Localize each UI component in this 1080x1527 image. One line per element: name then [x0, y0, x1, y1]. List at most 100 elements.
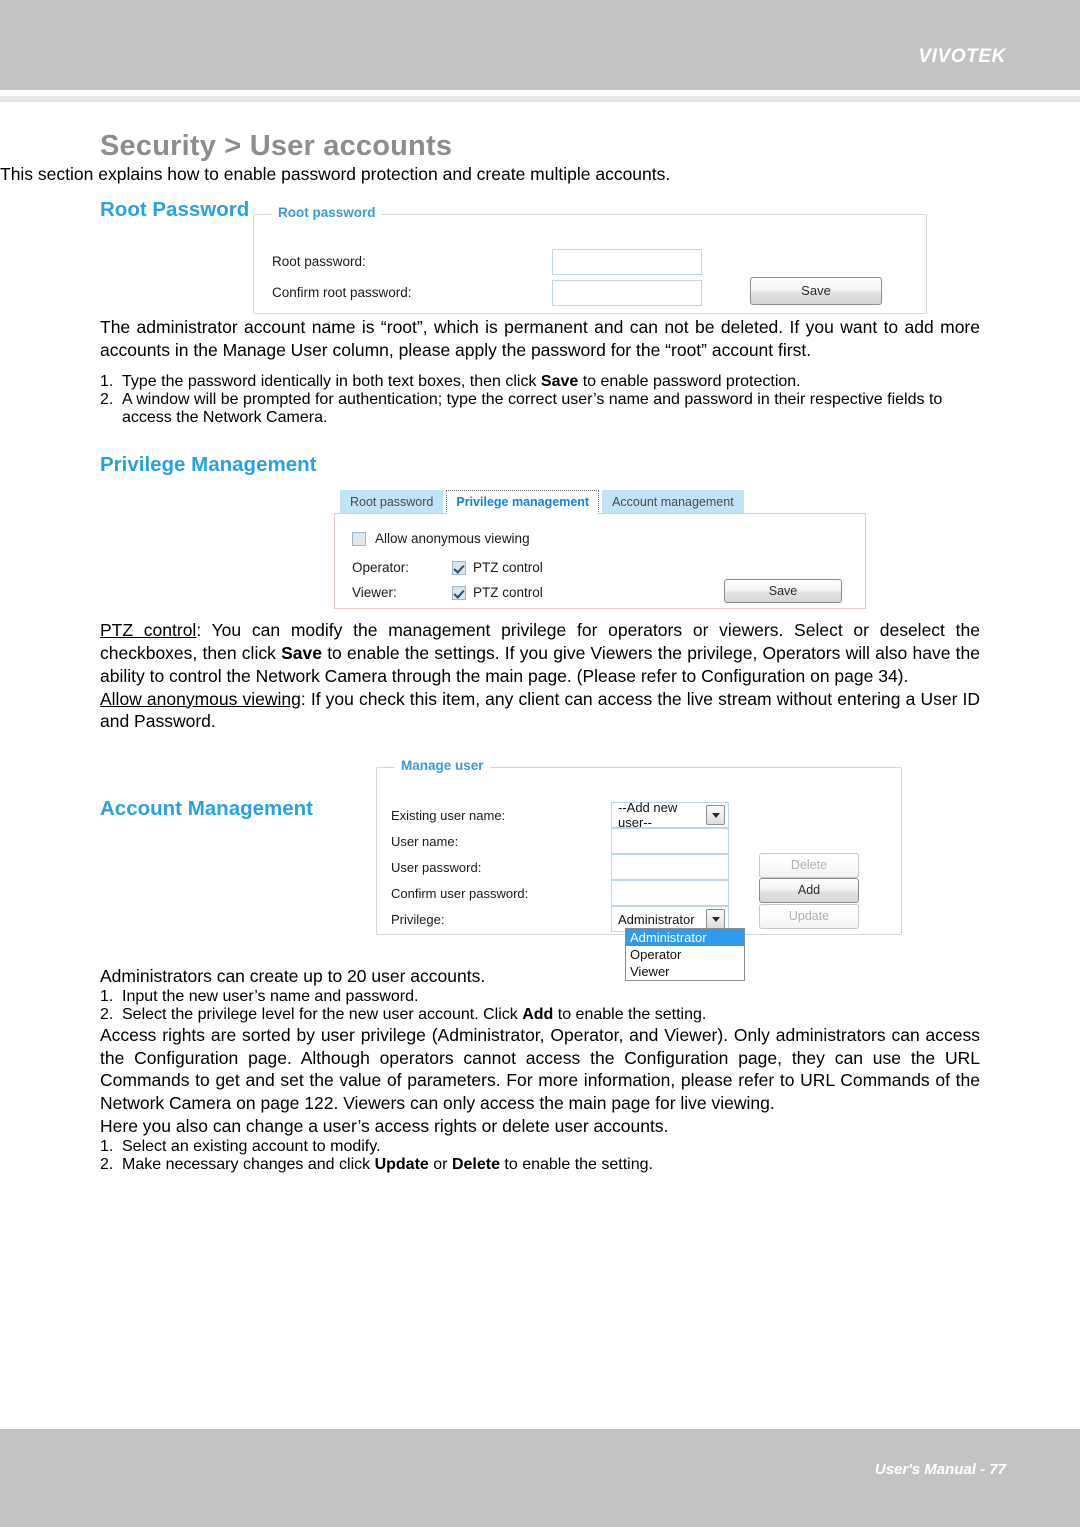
privilege-panel: Allow anonymous viewing Operator: PTZ co… — [334, 513, 866, 610]
access-rights-paragraph: Access rights are sorted by user privile… — [100, 1024, 980, 1113]
step-text: Select the privilege level for the new u… — [122, 1006, 980, 1024]
root-password-legend: Root password — [272, 204, 382, 220]
footer-manual-label: User's Manual - 77 — [874, 1461, 1006, 1478]
tab-privilege-management[interactable]: Privilege management — [446, 490, 600, 515]
privilege-management-section: Privilege Management Root password Privi… — [0, 453, 1080, 619]
step-text-post: to enable the setting. — [499, 1155, 653, 1173]
step-text-pre: Make necessary changes and click — [122, 1155, 375, 1173]
root-password-section: Root Password Root password Root passwor… — [0, 198, 1080, 316]
viewer-label: Viewer: — [352, 585, 397, 601]
operator-label: Operator: — [352, 560, 410, 576]
step-text: Select an existing account to modify. — [122, 1137, 381, 1155]
viewer-ptz-group[interactable]: PTZ control — [452, 585, 543, 600]
privilege-option-operator[interactable]: Operator — [626, 946, 744, 963]
step-text-post: to enable password protection. — [578, 373, 801, 391]
step-number: 1. — [100, 987, 114, 1005]
list-item: 1. Select an existing account to modify. — [100, 1138, 980, 1156]
step-text: A window will be prompted for authentica… — [122, 391, 943, 427]
step-number: 2. — [100, 1155, 114, 1173]
step-text-mid: or — [428, 1155, 452, 1173]
change-rights-intro: Here you also can change a user’s access… — [100, 1115, 669, 1136]
step-text-post: to enable the setting. — [553, 1005, 707, 1023]
list-item: 2. A window will be prompted for authent… — [100, 391, 980, 427]
ptz-control-term: PTZ control — [100, 620, 197, 641]
user-password-label: User password: — [391, 859, 482, 875]
step-bold-update: Update — [374, 1155, 429, 1173]
account-management-heading: Account Management — [100, 797, 313, 820]
viewer-row: Viewer: PTZ control — [352, 585, 543, 600]
existing-user-name-row: Existing user name: --Add new user-- — [391, 800, 729, 830]
confirm-user-password-label: Confirm user password: — [391, 885, 529, 901]
delete-button[interactable]: Delete — [759, 853, 859, 878]
step-text-pre: Select the privilege level for the new u… — [122, 1005, 523, 1023]
page-header: VIVOTEK — [0, 0, 1080, 90]
add-button[interactable]: Add — [759, 878, 859, 903]
existing-user-name-select[interactable]: --Add new user-- — [611, 800, 729, 830]
privilege-label: Privilege: — [391, 911, 445, 927]
user-name-input[interactable] — [611, 828, 729, 854]
account-text-block: Administrators can create up to 20 user … — [100, 965, 980, 1174]
user-password-input[interactable] — [611, 854, 729, 880]
page-footer: User's Manual - 77 — [0, 1429, 1080, 1527]
root-password-heading: Root Password — [100, 197, 250, 221]
allow-anonymous-viewing-checkbox[interactable] — [352, 531, 366, 546]
chevron-down-icon[interactable] — [706, 909, 725, 929]
privilege-text-block: PTZ control: You can modify the manageme… — [100, 619, 980, 733]
step-text: Input the new user’s name and password. — [122, 987, 419, 1005]
anonymous-viewing-term: Allow anonymous viewing — [100, 688, 301, 709]
confirm-root-password-row: Confirm root password: — [272, 279, 702, 306]
user-name-row: User name: — [391, 828, 729, 854]
privilege-option-administrator[interactable]: Administrator — [626, 929, 744, 946]
operator-ptz-group[interactable]: PTZ control — [452, 560, 543, 575]
page-title: Security > User accounts — [100, 130, 453, 162]
privilege-save-button[interactable]: Save — [724, 579, 842, 604]
update-button[interactable]: Update — [759, 904, 859, 929]
ptz-control-paragraph: PTZ control: You can modify the manageme… — [100, 619, 980, 687]
tab-root-password[interactable]: Root password — [340, 490, 444, 514]
change-rights-steps: 1. Select an existing account to modify.… — [100, 1138, 980, 1174]
root-password-row: Root password: — [272, 248, 702, 275]
vivotek-logo: VIVOTEK — [918, 46, 1006, 67]
step-bold-delete: Delete — [451, 1155, 500, 1173]
confirm-root-password-input[interactable] — [552, 279, 702, 306]
list-item: 1. Type the password identically in both… — [100, 373, 980, 391]
user-name-label: User name: — [391, 833, 459, 849]
viewer-ptz-control-checkbox[interactable] — [452, 585, 466, 600]
root-password-steps: 1. Type the password identically in both… — [100, 373, 980, 427]
root-password-input[interactable] — [552, 248, 702, 275]
intro-paragraph: This section explains how to enable pass… — [0, 164, 671, 184]
step-text: Make necessary changes and click Update … — [122, 1156, 980, 1174]
root-password-save-button[interactable]: Save — [750, 276, 882, 305]
root-password-text-block: The administrator account name is “root”… — [100, 316, 980, 428]
step-text: Type the password identically in both te… — [122, 373, 980, 391]
confirm-root-password-label: Confirm root password: — [272, 285, 412, 301]
list-item: 1. Input the new user’s name and passwor… — [100, 988, 980, 1006]
step-bold-save: Save — [540, 373, 579, 391]
account-management-section: Account Management Manage user Existing … — [0, 758, 1080, 981]
ptz-bold-save: Save — [281, 643, 322, 663]
manage-user-legend: Manage user — [395, 758, 490, 773]
page-content: Security > User accounts This section ex… — [0, 102, 1080, 1174]
operator-ptz-control-label: PTZ control — [473, 560, 543, 576]
account-intro-line: Administrators can create up to 20 user … — [100, 966, 486, 986]
operator-ptz-control-checkbox[interactable] — [452, 560, 466, 575]
allow-anonymous-row[interactable]: Allow anonymous viewing — [352, 531, 530, 546]
list-item: 2. Make necessary changes and click Upda… — [100, 1156, 980, 1174]
root-password-panel: Root password Root password: Confirm roo… — [253, 204, 927, 314]
step-number: 1. — [100, 1137, 114, 1155]
privilege-management-heading: Privilege Management — [100, 453, 317, 477]
administrator-paragraph: The administrator account name is “root”… — [100, 316, 980, 360]
allow-anonymous-viewing-label: Allow anonymous viewing — [375, 531, 530, 547]
list-item: 2. Select the privilege level for the ne… — [100, 1006, 980, 1024]
manage-user-panel: Manage user Existing user name: --Add ne… — [376, 758, 902, 981]
tab-account-management[interactable]: Account management — [602, 490, 744, 514]
viewer-ptz-control-label: PTZ control — [473, 585, 543, 601]
confirm-user-password-row: Confirm user password: — [391, 880, 729, 906]
privilege-option-viewer[interactable]: Viewer — [626, 963, 744, 980]
user-password-row: User password: — [391, 854, 729, 880]
step-number: 1. — [100, 373, 114, 391]
account-steps: 1. Input the new user’s name and passwor… — [100, 988, 980, 1024]
anonymous-viewing-paragraph: Allow anonymous viewing: If you check th… — [100, 688, 980, 734]
confirm-user-password-input[interactable] — [611, 880, 729, 906]
chevron-down-icon[interactable] — [706, 805, 725, 825]
